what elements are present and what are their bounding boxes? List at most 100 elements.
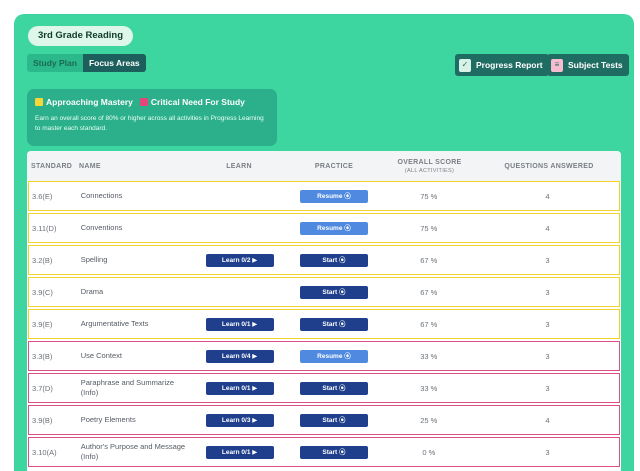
row-standard: 3.9(B)	[32, 415, 53, 425]
row-score: 25 %	[420, 415, 438, 425]
row-practice-cell: Start ⦿	[286, 285, 381, 299]
row-standard: 3.3(B)	[32, 351, 53, 361]
header-score: OVERALL SCORE (ALL ACTIVITIES)	[382, 159, 477, 174]
row-questions: 3	[545, 255, 550, 265]
row-learn-cell: Learn 0/3 ▶	[193, 413, 286, 427]
resume-button[interactable]: Resume ⦿	[299, 349, 368, 363]
row-name: Use Context	[80, 351, 122, 360]
row-practice-cell: Start ⦿	[286, 445, 381, 459]
header-name: NAME	[79, 162, 101, 170]
row-learn-cell: Learn 0/2 ▶	[193, 253, 286, 267]
row-practice-cell: Start ⦿	[286, 413, 381, 427]
table-row[interactable]: 3.7(D) Paraphrase and Summarize (Info) L…	[28, 373, 620, 403]
row-score: 67 %	[420, 255, 438, 265]
start-button[interactable]: Start ⦿	[299, 317, 368, 331]
table-row[interactable]: 3.11(D) Conventions Resume ⦿ 75 % 4	[28, 213, 620, 243]
row-questions: 4	[545, 223, 550, 233]
approaching-label: Approaching Mastery	[46, 97, 133, 107]
row-name: Connections	[80, 191, 123, 200]
row-learn-cell: Learn 0/1 ▶	[193, 317, 286, 331]
yellow-swatch-icon	[35, 98, 43, 106]
progress-report-button[interactable]: ✓ Progress Report	[455, 54, 549, 76]
table-row[interactable]: 3.6(E) Connections Resume ⦿ 75 % 4	[28, 181, 620, 211]
table-row[interactable]: 3.10(A) Author's Purpose and Message (In…	[28, 437, 620, 467]
learn-button[interactable]: Learn 0/1 ▶	[205, 445, 274, 459]
start-button[interactable]: Start ⦿	[299, 253, 368, 267]
row-name: Spelling	[80, 255, 108, 264]
row-score: 0 %	[422, 447, 436, 457]
row-score: 75 %	[420, 191, 438, 201]
learn-button[interactable]: Learn 0/1 ▶	[205, 317, 274, 331]
table-body: 3.6(E) Connections Resume ⦿ 75 % 4 3.11(…	[27, 181, 621, 467]
resume-button[interactable]: Resume ⦿	[299, 189, 368, 203]
row-score: 33 %	[420, 383, 438, 393]
row-practice-cell: Start ⦿	[286, 317, 381, 331]
learn-button[interactable]: Learn 0/3 ▶	[205, 413, 274, 427]
row-standard: 3.7(D)	[32, 383, 53, 393]
start-button[interactable]: Start ⦿	[299, 285, 368, 299]
chart-icon: ✓	[459, 58, 471, 72]
row-standard: 3.6(E)	[32, 191, 53, 201]
table-row[interactable]: 3.2(B) Spelling Learn 0/2 ▶ Start ⦿ 67 %…	[28, 245, 620, 275]
row-score: 33 %	[420, 351, 438, 361]
row-learn-cell: Learn 0/1 ▶	[193, 445, 286, 459]
legend-note: Earn an overall score of 80% or higher a…	[35, 115, 264, 132]
tab-study-plan[interactable]: Study Plan	[27, 54, 83, 72]
row-standard: 3.9(E)	[32, 319, 53, 329]
subject-tests-label: Subject Tests	[568, 60, 623, 70]
legend-keys: Approaching Mastery Critical Need For St…	[35, 97, 269, 107]
row-standard: 3.11(D)	[32, 223, 57, 233]
subject-chip[interactable]: 3rd Grade Reading	[28, 26, 133, 46]
row-name: Drama	[80, 287, 104, 296]
row-name: Poetry Elements	[80, 415, 136, 424]
header-learn: LEARN	[226, 162, 252, 170]
row-score: 67 %	[420, 319, 438, 329]
row-questions: 3	[545, 383, 550, 393]
row-practice-cell: Start ⦿	[286, 253, 381, 267]
row-name: Argumentative Texts	[80, 319, 149, 328]
progress-report-label: Progress Report	[476, 60, 543, 70]
start-button[interactable]: Start ⦿	[299, 381, 368, 395]
header-score-sub: (ALL ACTIVITIES)	[404, 167, 455, 174]
row-learn-cell: Learn 0/1 ▶	[193, 381, 286, 395]
view-tabs: Study Plan Focus Areas	[27, 54, 146, 72]
document-icon: ≡	[551, 58, 563, 72]
row-practice-cell: Resume ⦿	[286, 349, 381, 363]
resume-button[interactable]: Resume ⦿	[299, 221, 368, 235]
tab-focus-areas[interactable]: Focus Areas	[82, 54, 146, 72]
row-questions: 3	[545, 287, 550, 297]
table-row[interactable]: 3.9(B) Poetry Elements Learn 0/3 ▶ Start…	[28, 405, 620, 435]
learn-button[interactable]: Learn 0/2 ▶	[205, 253, 274, 267]
standards-table: STANDARD NAME LEARN PRACTICE OVERALL SCO…	[27, 151, 621, 471]
table-row[interactable]: 3.9(C) Drama Start ⦿ 67 % 3	[28, 277, 620, 307]
row-practice-cell: Start ⦿	[286, 381, 381, 395]
row-standard: 3.2(B)	[32, 255, 53, 265]
row-standard: 3.10(A)	[32, 447, 57, 457]
row-standard: 3.9(C)	[32, 287, 53, 297]
start-button[interactable]: Start ⦿	[299, 413, 368, 427]
pink-swatch-icon	[139, 98, 148, 106]
learn-button[interactable]: Learn 0/1 ▶	[205, 381, 274, 395]
row-name: Conventions	[80, 223, 123, 232]
start-button[interactable]: Start ⦿	[299, 445, 368, 459]
table-header: STANDARD NAME LEARN PRACTICE OVERALL SCO…	[27, 151, 621, 181]
table-row[interactable]: 3.9(E) Argumentative Texts Learn 0/1 ▶ S…	[28, 309, 620, 339]
focus-areas-panel: 3rd Grade Reading Study Plan Focus Areas…	[14, 14, 634, 471]
row-score: 75 %	[420, 223, 438, 233]
row-questions: 3	[545, 319, 550, 329]
row-practice-cell: Resume ⦿	[286, 189, 381, 203]
critical-label: Critical Need For Study	[150, 97, 245, 107]
row-practice-cell: Resume ⦿	[286, 221, 381, 235]
table-row[interactable]: 3.3(B) Use Context Learn 0/4 ▶ Resume ⦿ …	[28, 341, 620, 371]
header-score-label: OVERALL SCORE	[397, 158, 462, 166]
header-standard: STANDARD	[31, 162, 73, 170]
row-questions: 3	[545, 351, 550, 361]
subject-tests-button[interactable]: ≡ Subject Tests	[547, 54, 629, 76]
header-questions: QUESTIONS ANSWERED	[504, 162, 594, 170]
row-questions: 3	[545, 447, 550, 457]
row-score: 67 %	[420, 287, 438, 297]
mastery-legend: Approaching Mastery Critical Need For St…	[27, 89, 277, 146]
row-questions: 4	[545, 415, 550, 425]
row-name: Author's Purpose and Message (Info)	[80, 442, 186, 461]
learn-button[interactable]: Learn 0/4 ▶	[205, 349, 274, 363]
